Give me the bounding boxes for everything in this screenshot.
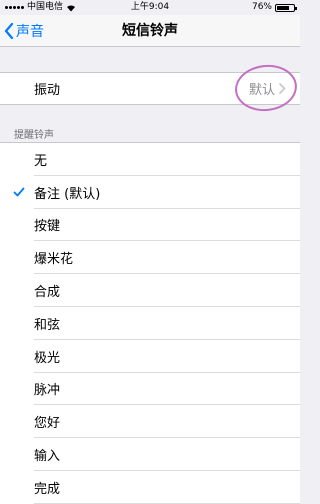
tone-item[interactable]: 完成	[0, 471, 300, 504]
tone-item[interactable]: 备注 (默认)	[0, 176, 300, 209]
status-right: 76%	[251, 0, 297, 15]
tone-label: 完成	[34, 481, 61, 497]
tone-item[interactable]: 极光	[0, 340, 300, 373]
section-header: 提醒铃声	[14, 130, 54, 141]
tone-label: 无	[34, 153, 48, 169]
tone-label: 按键	[34, 219, 61, 235]
nav-bar: 声音 短信铃声	[0, 15, 300, 47]
battery-fill	[277, 5, 290, 10]
tone-label: 和弦	[34, 317, 61, 333]
tone-label: 合成	[34, 285, 61, 301]
vibration-label: 振动	[34, 83, 61, 98]
tone-item[interactable]: 和弦	[0, 307, 300, 340]
checkmark-icon	[13, 187, 25, 197]
tone-list: 无备注 (默认) 按键爆米花合成和弦极光脉冲您好输入完成	[0, 142, 300, 504]
tone-label: 您好	[34, 416, 61, 432]
tone-item[interactable]: 您好	[0, 405, 300, 438]
tone-label: 脉冲	[34, 383, 61, 399]
battery-percent: 76%	[251, 2, 272, 12]
tone-item[interactable]: 输入	[0, 438, 300, 471]
highlight-annotation	[232, 61, 300, 115]
tone-item[interactable]: 脉冲	[0, 373, 300, 406]
tone-label: 极光	[34, 350, 61, 366]
tone-item[interactable]: 按键	[0, 209, 300, 242]
tone-label: 输入	[34, 449, 61, 465]
tone-item[interactable]: 合成	[0, 274, 300, 307]
tone-item[interactable]: 爆米花	[0, 241, 300, 274]
tone-item[interactable]: 无	[0, 143, 300, 176]
battery-icon	[275, 3, 297, 12]
status-bar: 中国电信 上午9:04 76%	[0, 0, 300, 15]
page-title: 短信铃声	[122, 23, 178, 39]
tone-label: 爆米花	[34, 252, 74, 268]
